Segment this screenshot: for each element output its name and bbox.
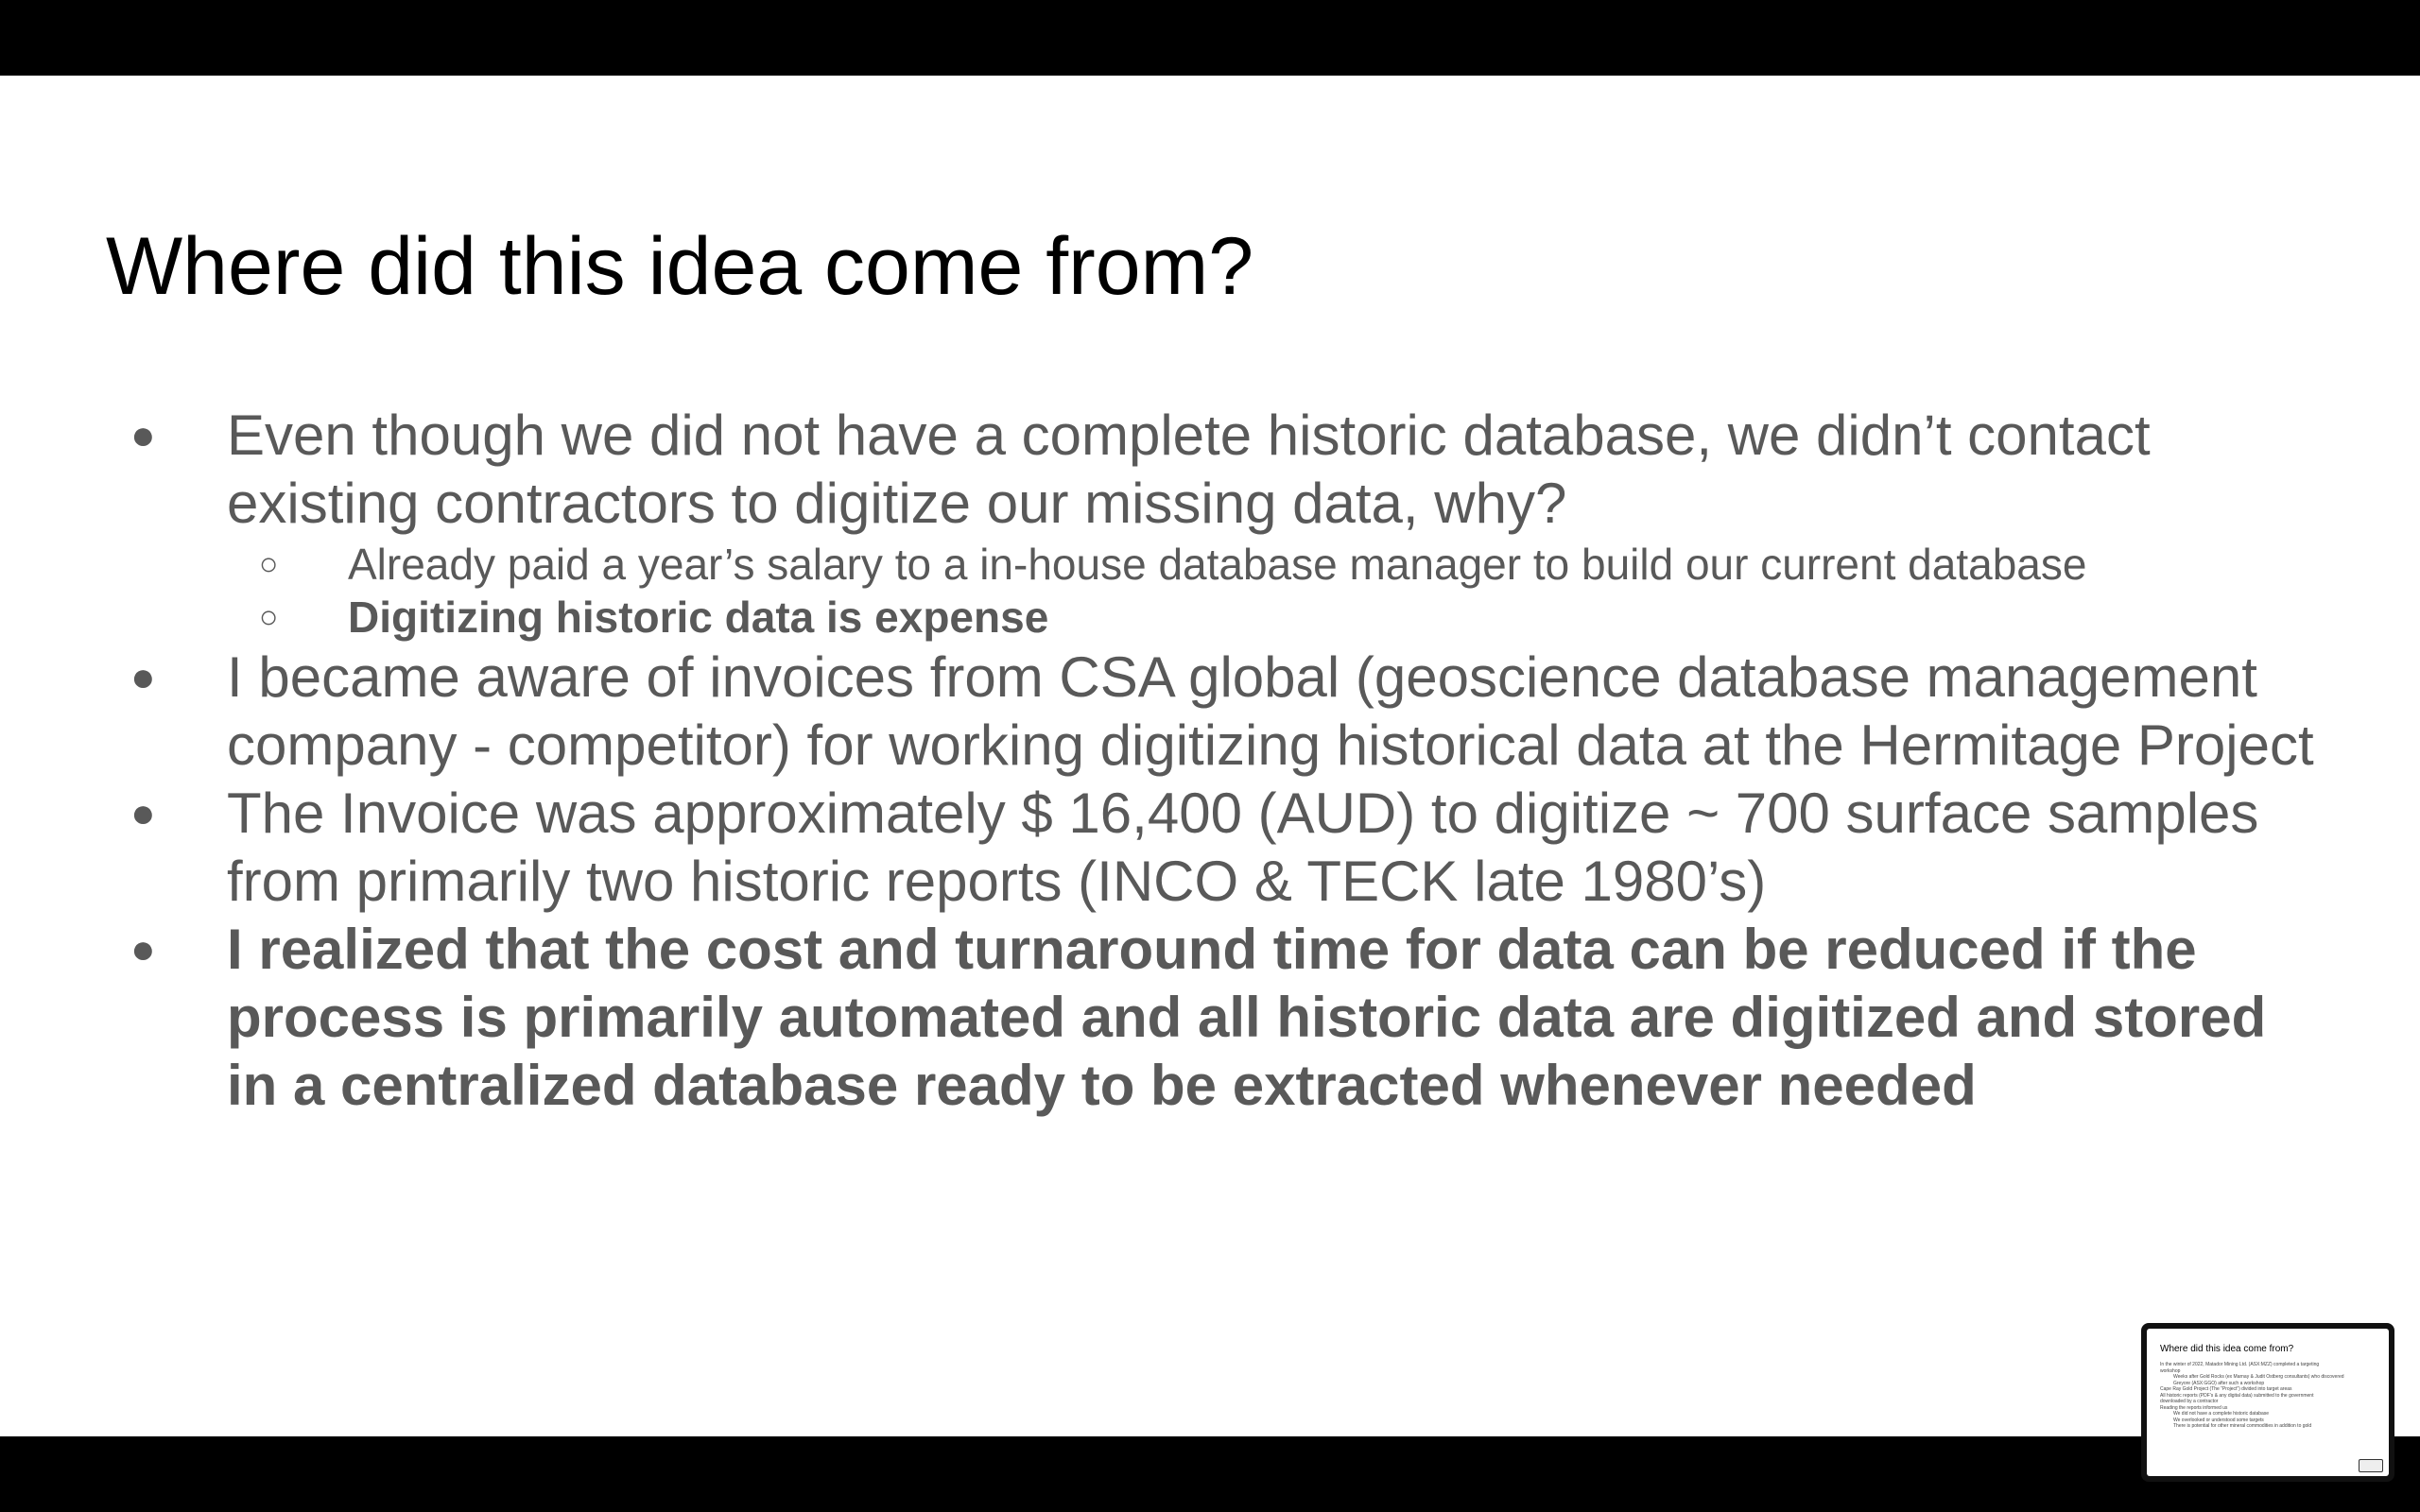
bullet-text: Even though we did not have a complete h…: [227, 404, 2151, 535]
sub-bullet-item: ○ Digitizing historic data is expense: [259, 591, 2333, 644]
thumbnail-slide: Where did this idea come from? In the wi…: [2147, 1329, 2389, 1476]
bullet-item: ● I realized that the cost and turnaroun…: [130, 916, 2325, 1120]
bullet-text: I became aware of invoices from CSA glob…: [227, 645, 2314, 777]
bullet-circle-icon: ○: [259, 599, 279, 635]
bullet-dot-icon: ●: [130, 412, 156, 458]
bullet-item: ● The Invoice was approximately $ 16,400…: [130, 780, 2325, 916]
bullet-text: The Invoice was approximately $ 16,400 (…: [227, 782, 2259, 913]
thumbnail-line: There is potential for other mineral com…: [2173, 1423, 2312, 1429]
bullet-dot-icon: ●: [130, 654, 156, 700]
bullet-circle-icon: ○: [259, 546, 279, 582]
bullet-dot-icon: ●: [130, 790, 156, 836]
sub-bullet-text: Already paid a year’s salary to a in-hou…: [348, 540, 2087, 589]
sub-bullet-text: Digitizing historic data is expense: [348, 593, 1049, 642]
slide-preview-thumbnail[interactable]: Where did this idea come from? In the wi…: [2141, 1323, 2394, 1482]
bullet-item: ● I became aware of invoices from CSA gl…: [130, 644, 2325, 780]
expand-preview-button[interactable]: [2359, 1459, 2383, 1472]
thumbnail-title: Where did this idea come from?: [2160, 1344, 2294, 1354]
bullet-text: I realized that the cost and turnaround …: [227, 918, 2267, 1117]
top-letterbox: [0, 0, 2420, 76]
bullet-item: ● Even though we did not have a complete…: [130, 402, 2325, 538]
sub-bullet-item: ○ Already paid a year’s salary to a in-h…: [259, 538, 2333, 591]
bottom-letterbox: [0, 1436, 2420, 1512]
slide-body: ● Even though we did not have a complete…: [0, 402, 2420, 1120]
slide-title: Where did this idea come from?: [106, 221, 1254, 312]
bullet-dot-icon: ●: [130, 926, 156, 972]
